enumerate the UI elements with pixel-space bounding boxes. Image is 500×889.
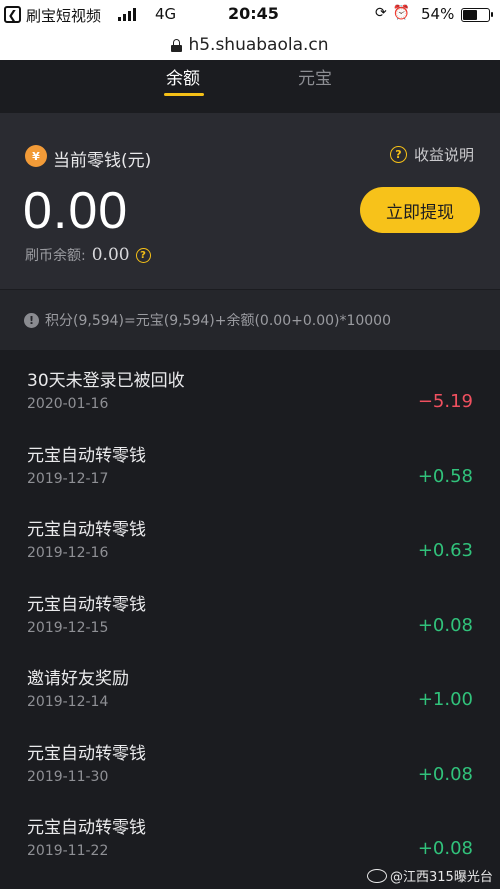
transaction-title: 元宝自动转零钱 <box>27 743 146 764</box>
balance-card: ¥ 当前零钱(元) ? 收益说明 0.00 立即提现 刷币余额: 0.00 ? <box>0 113 500 289</box>
transaction-title: 元宝自动转零钱 <box>27 594 146 615</box>
active-tab-indicator <box>164 93 204 96</box>
rotation-lock-icon: ⟳ <box>375 5 387 21</box>
coin-help-icon[interactable]: ? <box>135 247 151 263</box>
card-title: 当前零钱(元) <box>53 151 152 171</box>
transaction-date: 2019-12-14 <box>27 694 109 710</box>
tab-bar: 余额 元宝 <box>0 60 500 110</box>
tab-balance[interactable]: 余额 <box>166 64 200 89</box>
url-bar[interactable]: h5.shuabaola.cn <box>0 30 500 60</box>
source-app-label[interactable]: 刷宝短视频 <box>26 5 101 26</box>
transaction-title: 元宝自动转零钱 <box>27 520 146 540</box>
battery-level <box>463 10 477 20</box>
battery-icon <box>461 8 493 22</box>
transaction-row: 30天未登录已被回收 2020-01-16 −5.19 <box>0 350 500 424</box>
tab-yuanbao[interactable]: 元宝 <box>298 64 332 89</box>
weibo-icon <box>367 868 387 883</box>
transaction-amount: +1.00 <box>417 689 473 710</box>
question-icon: ? <box>390 146 407 163</box>
transaction-title: 元宝自动转零钱 <box>27 445 146 466</box>
transaction-title: 元宝自动转零钱 <box>27 818 146 838</box>
network-type: 4G <box>155 5 177 23</box>
coin-balance-label: 刷币余额: <box>25 248 86 264</box>
clock: 20:45 <box>228 4 279 23</box>
info-icon: ! <box>24 312 39 328</box>
transaction-amount: +0.08 <box>417 838 473 859</box>
transaction-row: 邀请好友奖励 2019-12-14 +1.00 <box>0 648 500 722</box>
back-to-app-icon[interactable]: ❮ <box>4 6 21 23</box>
money-bag-icon: ¥ <box>25 145 47 167</box>
transaction-amount: +0.58 <box>417 465 473 487</box>
transaction-row: 元宝自动转零钱 2019-11-30 +0.08 <box>0 723 500 797</box>
transaction-title: 邀请好友奖励 <box>27 669 129 689</box>
earnings-help-link[interactable]: ? 收益说明 <box>390 144 474 165</box>
url-text[interactable]: h5.shuabaola.cn <box>188 35 328 55</box>
cell-signal-icon <box>118 8 136 21</box>
withdraw-button[interactable]: 立即提现 <box>360 187 480 233</box>
points-formula-text: 积分(9,594)=元宝(9,594)+余额(0.00+0.00)*10000 <box>45 313 392 329</box>
coin-balance: 刷币余额: 0.00 ? <box>25 245 151 265</box>
balance-amount: 0.00 <box>23 182 129 240</box>
transaction-row: 元宝自动转零钱 2019-12-15 +0.08 <box>0 574 500 648</box>
transaction-amount: −5.19 <box>417 391 473 412</box>
watermark-text: @江西315曝光台 <box>390 870 493 885</box>
transaction-row: 元宝自动转零钱 2019-12-17 +0.58 <box>0 425 500 499</box>
lock-icon <box>171 38 183 52</box>
coin-balance-value: 0.00 <box>91 245 130 265</box>
transaction-date: 2020-01-16 <box>27 396 109 412</box>
watermark: @江西315曝光台 <box>367 866 493 885</box>
transaction-row: 元宝自动转零钱 2019-11-22 +0.08 <box>0 797 500 871</box>
transaction-date: 2019-11-30 <box>27 768 109 785</box>
earnings-help-label[interactable]: 收益说明 <box>414 144 474 165</box>
alarm-icon: ⏰ <box>392 5 411 21</box>
transaction-date: 2019-12-16 <box>27 545 109 561</box>
transaction-amount: +0.63 <box>417 540 473 561</box>
transaction-date: 2019-11-22 <box>27 843 109 859</box>
transaction-amount: +0.08 <box>417 614 473 636</box>
transaction-row: 元宝自动转零钱 2019-12-16 +0.63 <box>0 499 500 573</box>
transaction-date: 2019-12-17 <box>27 470 109 487</box>
transaction-title: 30天未登录已被回收 <box>27 371 185 391</box>
status-bar: ❮ 刷宝短视频 4G 20:45 ⟳ ⏰ 54% <box>0 0 500 30</box>
points-formula-note: ! 积分(9,594)=元宝(9,594)+余额(0.00+0.00)*1000… <box>0 290 500 350</box>
transaction-amount: +0.08 <box>417 763 473 785</box>
battery-percent: 54% <box>421 5 455 23</box>
transaction-date: 2019-12-15 <box>27 619 109 636</box>
